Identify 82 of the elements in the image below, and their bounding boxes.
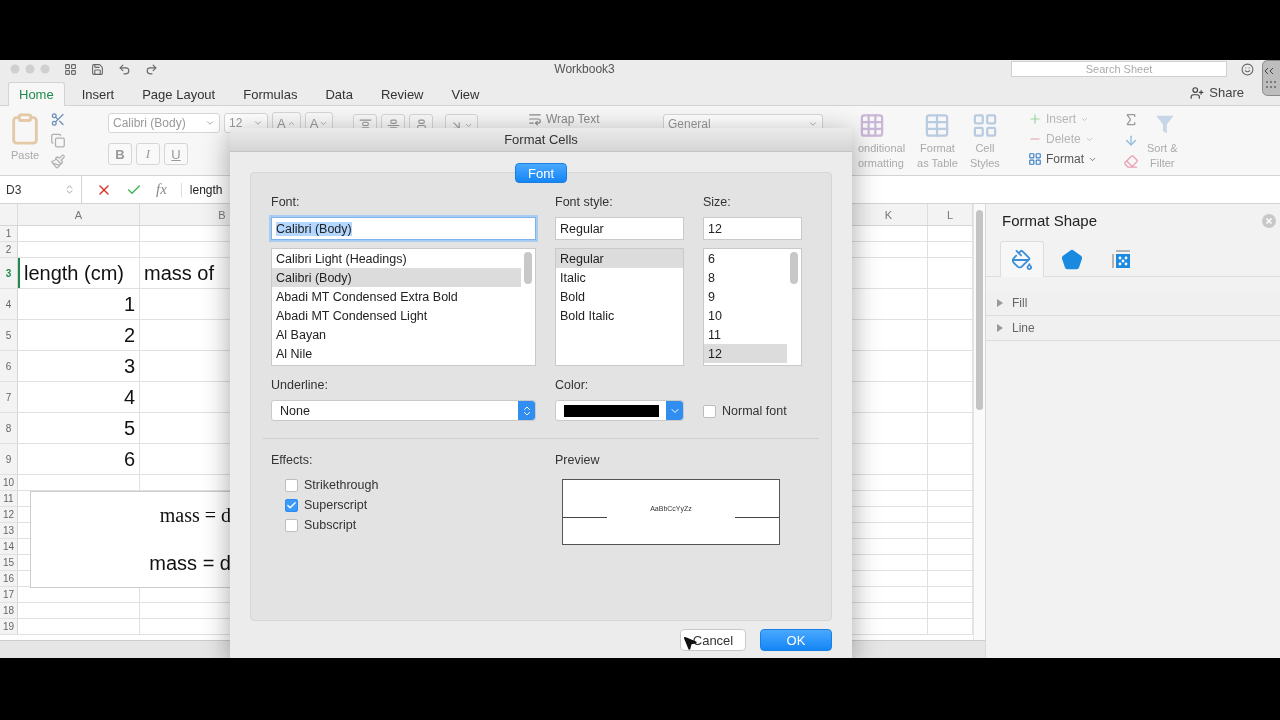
dialog-title: Format Cells: [230, 128, 852, 152]
window-title: Workbook3: [554, 62, 615, 76]
row-header[interactable]: 11: [0, 491, 18, 506]
search-field[interactable]: Search Sheet: [1011, 61, 1227, 77]
ribbon-tab[interactable]: View: [440, 82, 491, 106]
field-label: Preview: [555, 453, 601, 467]
field-label: Color:: [555, 378, 590, 392]
list-item[interactable]: 6: [704, 249, 787, 268]
list-item[interactable]: Italic: [556, 268, 683, 287]
dialog-tab[interactable]: Font: [515, 163, 567, 183]
row-header[interactable]: 14: [0, 539, 18, 554]
row-header[interactable]: 19: [0, 619, 18, 634]
ribbon-tab[interactable]: Data: [314, 82, 364, 106]
ribbon-tab[interactable]: Page Layout: [131, 82, 227, 106]
function-button[interactable]: fx: [156, 181, 167, 198]
column-header[interactable]: A: [18, 204, 140, 225]
option-list[interactable]: Regular Italic Bold Bold Italic: [555, 248, 684, 366]
row-header[interactable]: 16: [0, 571, 18, 586]
row-header[interactable]: 17: [0, 587, 18, 602]
underline-dropdown[interactable]: None: [271, 400, 536, 421]
row-header[interactable]: 8: [0, 413, 18, 443]
option-list[interactable]: 6 8 9 10 11 12: [703, 248, 802, 366]
list-item[interactable]: Abadi MT Condensed Extra Bold: [272, 287, 521, 306]
input-field[interactable]: Calibri (Body): [271, 217, 536, 240]
row-header[interactable]: 13: [0, 523, 18, 538]
field-label: Effects:: [271, 453, 314, 467]
checkbox-label: Superscript: [304, 498, 368, 512]
row-header[interactable]: 4: [0, 289, 18, 319]
list-item[interactable]: 11: [704, 325, 787, 344]
checkbox-label: Strikethrough: [304, 478, 379, 492]
row-header[interactable]: 6: [0, 351, 18, 381]
row-header[interactable]: 2: [0, 242, 18, 257]
field-label: Size:: [703, 195, 732, 209]
table-cell: 1: [18, 289, 140, 319]
formula-content: length: [180, 182, 223, 197]
row-header[interactable]: 10: [0, 475, 18, 490]
ribbon-tab[interactable]: Formulas: [232, 82, 309, 106]
list-item[interactable]: 12: [704, 344, 787, 363]
input-field[interactable]: Regular: [555, 217, 684, 240]
table-cell: 4: [18, 382, 140, 412]
list-item[interactable]: 9: [704, 287, 787, 306]
font-name-dropdown[interactable]: Calibri (Body): [108, 113, 220, 133]
row-header[interactable]: 18: [0, 603, 18, 618]
cells-menu-button[interactable]: Format: [1028, 152, 1097, 166]
input-field[interactable]: 12: [703, 217, 802, 240]
row-header[interactable]: 15: [0, 555, 18, 570]
ribbon-tab[interactable]: Review: [369, 82, 435, 106]
row-header[interactable]: 12: [0, 507, 18, 522]
table-cell: 5: [18, 413, 140, 443]
list-item[interactable]: Bold Italic: [556, 306, 683, 325]
list-item[interactable]: Abadi MT Condensed Light: [272, 306, 521, 325]
checkbox-label: Normal font: [722, 404, 787, 418]
name-box[interactable]: D3: [0, 175, 82, 204]
checkbox-label: Subscript: [304, 518, 357, 532]
ok-button[interactable]: OK: [760, 629, 832, 651]
field-label: Underline:: [271, 378, 329, 392]
list-item[interactable]: 10: [704, 306, 787, 325]
list-item[interactable]: 8: [704, 268, 787, 287]
list-item[interactable]: Al Nile: [272, 344, 521, 363]
list-item[interactable]: Bold: [556, 287, 683, 306]
table-cell: length (cm): [18, 258, 140, 288]
equation-text: mass = d: [159, 504, 231, 528]
row-header[interactable]: 1: [0, 226, 18, 241]
table-cell: 2: [18, 320, 140, 350]
row-header[interactable]: 3: [0, 258, 18, 288]
share-button[interactable]: Share: [1184, 84, 1250, 101]
row-header[interactable]: 9: [0, 444, 18, 474]
list-item[interactable]: Regular: [556, 249, 683, 268]
equation-text: mass = d: [149, 551, 231, 575]
table-cell: 6: [18, 444, 140, 474]
field-label: Font style:: [555, 195, 614, 209]
option-list[interactable]: Calibri Light (Headings) Calibri (Body) Abadi MT Condensed Extra Bold Abadi MT Condensed Light Al Bayan Al Nile: [271, 248, 536, 366]
list-item[interactable]: Calibri (Body): [272, 268, 521, 287]
ribbon-tab[interactable]: Insert: [70, 82, 126, 106]
table-cell: 3: [18, 351, 140, 381]
ribbon-tab[interactable]: Home: [8, 82, 65, 106]
list-item[interactable]: Al Bayan: [272, 325, 521, 344]
wrap-text-button[interactable]: Wrap Text: [528, 112, 600, 126]
pane-title: Format Shape: [1002, 212, 1098, 229]
row-header[interactable]: 5: [0, 320, 18, 350]
row-header[interactable]: 7: [0, 382, 18, 412]
cancel-button[interactable]: Cancel: [680, 629, 746, 651]
